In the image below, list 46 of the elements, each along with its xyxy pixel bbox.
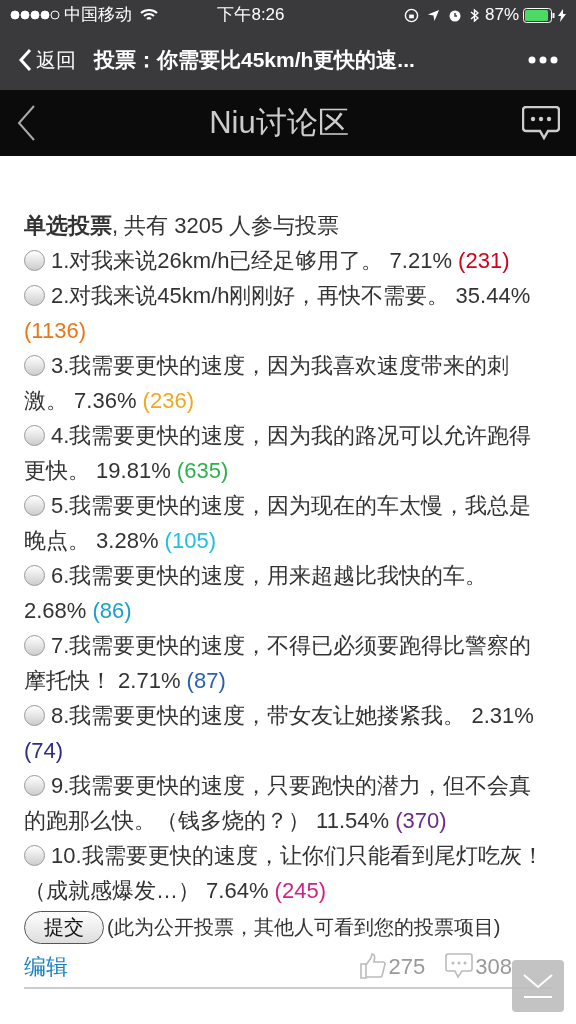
more-icon[interactable] [528,56,558,64]
charging-bolt-icon [558,8,566,22]
alarm-clock-icon [447,8,462,22]
poll-summary: 单选投票, 共有 3205 人参与投票 [24,212,341,240]
vote-count: (74) [24,738,64,763]
vote-count: (231) [458,248,510,273]
back-button[interactable]: 返回 [18,45,76,75]
like-count: 275 [388,952,426,981]
poll-option[interactable]: 6.我需要更快的速度，用来超越比我快的车。 2.68% (86) [24,558,552,628]
poll-option[interactable]: 8.我需要更快的速度，带女友让她搂紧我。 2.31% (74) [24,698,552,768]
vote-count: (87) [186,668,226,693]
chevron-left-icon [18,48,32,72]
poll-option[interactable]: 10.我需要更快的速度，让你们只能看到尾灯吃灰！（成就感爆发…） 7.64% (245) [24,838,552,908]
rotation-lock-icon [403,7,419,23]
poll-option[interactable]: 4.我需要更快的速度，因为我的路况可以允许跑得更快。 19.81% (635) [24,418,552,488]
chat-bubble-icon[interactable] [522,106,560,140]
vote-count: (105) [164,528,216,553]
back-chevron-icon[interactable] [16,104,36,142]
vote-count: (370) [395,808,447,833]
location-arrow-icon [426,8,440,22]
poll-option[interactable]: 5.我需要更快的速度，因为现在的车太慢，我总是晚点。 3.28% (105) [24,488,552,558]
wifi-icon [140,8,158,22]
poll-option[interactable]: 1.对我来说26km/h已经足够用了。 7.21% (231) [24,243,552,278]
signal-icon [10,10,60,20]
clock-time: 下午8:26 [217,4,285,27]
poll-option[interactable]: 9.我需要更快的速度，只要跑快的潜力，但不会真的跑那么快。（钱多烧的？） 11.54% (370) [24,768,552,838]
bluetooth-icon [469,7,479,23]
vote-count: (245) [274,878,326,903]
poll-option[interactable]: 3.我需要更快的速度，因为我喜欢速度带来的刺激。 7.36% (236) [24,348,552,418]
vote-count: (86) [92,598,132,623]
edit-link[interactable]: 编辑 [24,948,68,984]
thumbs-up-icon[interactable] [358,953,387,979]
carrier-name: 中国移动 [64,4,132,27]
poll-option[interactable]: 7.我需要更快的速度，不得已必须要跑得比警察的摩托快！ 2.71% (87) [24,628,552,698]
battery-icon [523,7,555,23]
submit-button[interactable]: 提交 [24,911,104,944]
vote-count: (635) [176,458,229,483]
public-vote-note: (此为公开投票，其他人可看到您的投票项目) [107,915,501,940]
vote-count: (236) [142,388,194,413]
forum-title: Niu讨论区 [209,103,349,142]
poll-option[interactable]: 2.对我来说45km/h刚刚好，再快不需要。 35.44% (1136) [24,278,552,348]
vote-count: (1136) [24,318,86,343]
comment-count: 308 [475,952,512,981]
battery-percent: 87% [484,4,519,27]
page-title: 投票：你需要比45km/h更快的速... [94,47,415,74]
chevron-down-icon [521,971,555,1001]
